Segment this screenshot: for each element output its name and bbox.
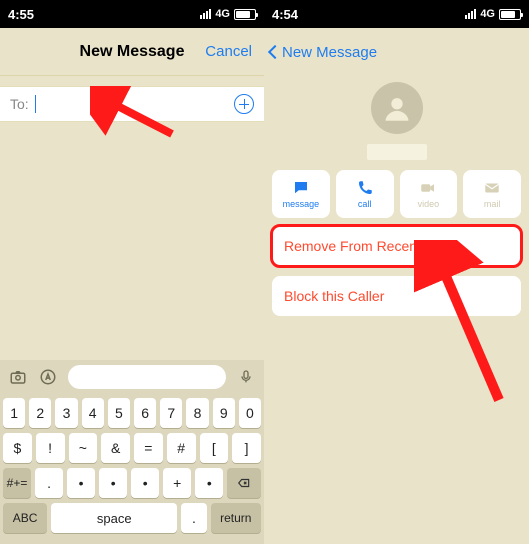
key-hashplus[interactable]: #+= xyxy=(3,468,31,498)
key-r3b[interactable]: • xyxy=(99,468,127,498)
nav-bar: New Message Cancel xyxy=(0,28,264,76)
signal-icon xyxy=(200,9,211,19)
block-caller-button[interactable]: Block this Caller xyxy=(272,276,521,316)
keyboard[interactable]: 1 2 3 4 5 6 7 8 9 0 $ ! ~ & = # [ ] xyxy=(0,394,264,544)
key-dollar[interactable]: $ xyxy=(3,433,32,463)
contact-list-section: Remove From Recents Block this Caller xyxy=(264,226,529,316)
action-message-label: message xyxy=(283,199,320,209)
phone-right: 4:54 4G New Message message call xyxy=(264,0,529,544)
nav-bar-r: New Message xyxy=(264,28,529,76)
key-r3c[interactable]: • xyxy=(131,468,159,498)
kb-row-2: $ ! ~ & = # [ ] xyxy=(3,433,261,463)
nav-title: New Message xyxy=(80,43,185,61)
camera-icon[interactable] xyxy=(8,367,28,387)
message-icon xyxy=(292,179,310,197)
network-label: 4G xyxy=(215,8,230,20)
to-input[interactable] xyxy=(36,96,234,112)
key-r3a[interactable]: • xyxy=(67,468,95,498)
key-6[interactable]: 6 xyxy=(134,398,156,428)
action-video: video xyxy=(400,170,458,218)
status-time: 4:55 xyxy=(8,7,34,22)
key-8[interactable]: 8 xyxy=(186,398,208,428)
key-1[interactable]: 1 xyxy=(3,398,25,428)
status-bar: 4:55 4G xyxy=(0,0,264,28)
contact-header xyxy=(264,76,529,160)
kb-row-4: ABC space . return xyxy=(3,503,261,533)
battery-icon-r xyxy=(499,9,521,20)
back-button[interactable]: New Message xyxy=(270,44,377,61)
key-r3e[interactable]: • xyxy=(195,468,223,498)
status-bar-r: 4:54 4G xyxy=(264,0,529,28)
action-message[interactable]: message xyxy=(272,170,330,218)
kb-row-3: #+= . • • • + • xyxy=(3,468,261,498)
key-r3d[interactable]: + xyxy=(163,468,191,498)
key-2[interactable]: 2 xyxy=(29,398,51,428)
signal-icon-r xyxy=(465,9,476,19)
appstore-icon[interactable] xyxy=(38,367,58,387)
chevron-left-icon xyxy=(268,45,282,59)
remove-from-recents-button[interactable]: Remove From Recents xyxy=(272,226,521,266)
cancel-button[interactable]: Cancel xyxy=(205,43,252,60)
phone-left: 4:55 4G New Message Cancel To: xyxy=(0,0,264,544)
key-tilde[interactable]: ~ xyxy=(69,433,98,463)
key-space[interactable]: space xyxy=(51,503,177,533)
key-lbrk[interactable]: [ xyxy=(200,433,229,463)
to-field-row[interactable]: To: xyxy=(0,86,264,122)
keyboard-area: 1 2 3 4 5 6 7 8 9 0 $ ! ~ & = # [ ] xyxy=(0,360,264,544)
kb-row-1: 1 2 3 4 5 6 7 8 9 0 xyxy=(3,398,261,428)
key-3[interactable]: 3 xyxy=(55,398,77,428)
phone-icon xyxy=(356,179,374,197)
network-label-r: 4G xyxy=(480,8,495,20)
action-mail-label: mail xyxy=(484,199,501,209)
key-5[interactable]: 5 xyxy=(108,398,130,428)
key-0[interactable]: 0 xyxy=(239,398,261,428)
video-icon xyxy=(419,179,437,197)
key-eq[interactable]: = xyxy=(134,433,163,463)
text-input-pill[interactable] xyxy=(68,365,226,389)
battery-icon xyxy=(234,9,256,20)
key-hashc[interactable]: # xyxy=(167,433,196,463)
back-label: New Message xyxy=(282,44,377,61)
key-amp[interactable]: & xyxy=(101,433,130,463)
key-period2[interactable]: . xyxy=(181,503,206,533)
key-7[interactable]: 7 xyxy=(160,398,182,428)
action-call-label: call xyxy=(358,199,372,209)
add-contact-icon[interactable] xyxy=(234,94,254,114)
key-9[interactable]: 9 xyxy=(213,398,235,428)
mail-icon xyxy=(483,179,501,197)
status-right-r: 4G xyxy=(465,8,521,20)
mic-icon[interactable] xyxy=(236,367,256,387)
avatar xyxy=(371,82,423,134)
key-abc[interactable]: ABC xyxy=(3,503,47,533)
predictive-bar xyxy=(0,360,264,394)
status-time-r: 4:54 xyxy=(272,7,298,22)
key-rbrk[interactable]: ] xyxy=(232,433,261,463)
contact-action-row: message call video mail xyxy=(264,160,529,226)
key-4[interactable]: 4 xyxy=(82,398,104,428)
to-label: To: xyxy=(10,96,29,112)
action-video-label: video xyxy=(418,199,440,209)
key-period[interactable]: . xyxy=(35,468,63,498)
key-delete[interactable] xyxy=(227,468,261,498)
status-right: 4G xyxy=(200,8,256,20)
action-call[interactable]: call xyxy=(336,170,394,218)
key-return[interactable]: return xyxy=(211,503,261,533)
contact-name-redacted xyxy=(367,144,427,160)
key-excl[interactable]: ! xyxy=(36,433,65,463)
action-mail: mail xyxy=(463,170,521,218)
